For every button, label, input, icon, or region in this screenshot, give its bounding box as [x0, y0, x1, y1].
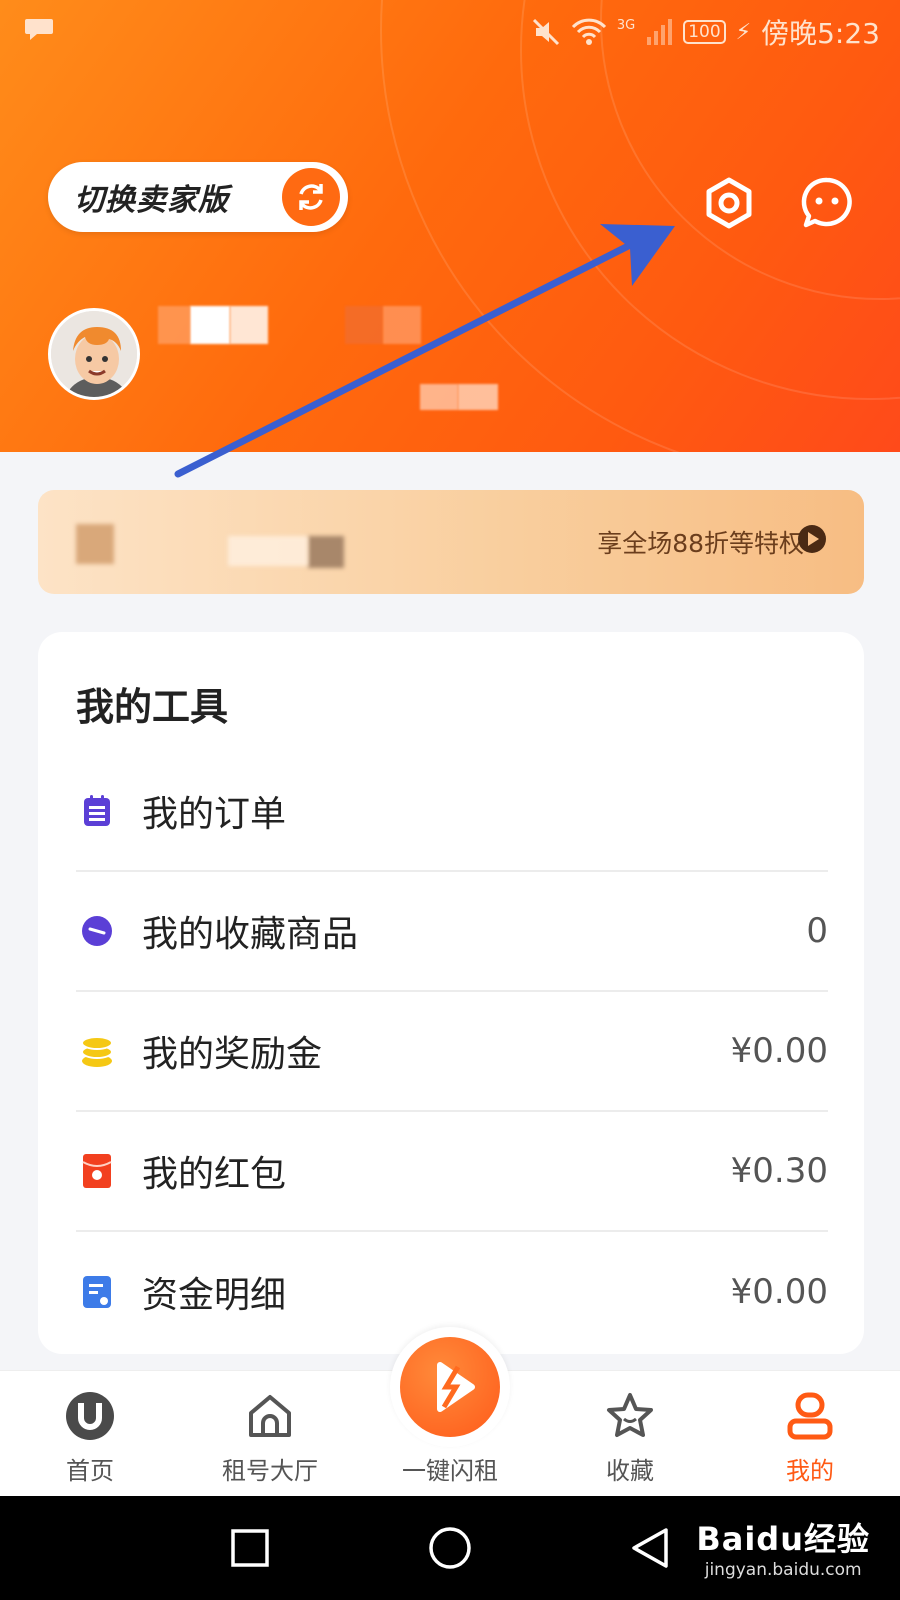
tool-label: 资金明细	[142, 1275, 287, 1316]
watermark-sub: jingyan.baidu.com	[704, 1560, 862, 1580]
back-triangle-icon[interactable]	[630, 1526, 670, 1570]
watermark-main: Baidu经验	[696, 1520, 870, 1558]
tool-value: 0	[806, 911, 828, 951]
switch-seller-label: 切换卖家版	[74, 183, 229, 218]
charging-icon: ⚡	[735, 19, 752, 45]
tools-title: 我的工具	[76, 685, 229, 729]
status-bar: 3G 100 ⚡ 傍晚5:23	[0, 0, 900, 62]
profile-icon	[787, 1392, 833, 1440]
tool-value: ¥0.00	[730, 1272, 828, 1312]
tab-rent-hall[interactable]: 租号大厅	[190, 1371, 350, 1497]
favorite-goods-icon	[80, 914, 114, 948]
tab-label: 收藏	[606, 1457, 654, 1485]
home-circle-icon[interactable]	[428, 1526, 472, 1570]
tab-label: 首页	[66, 1457, 114, 1485]
tool-row-rewards[interactable]: 我的奖励金 ¥0.00	[76, 992, 828, 1112]
recents-square-icon[interactable]	[230, 1528, 270, 1568]
avatar[interactable]	[48, 308, 140, 400]
tab-mine[interactable]: 我的	[730, 1371, 890, 1497]
wifi-icon	[571, 18, 606, 45]
mute-icon	[532, 18, 559, 46]
bottom-tab-bar: 首页 租号大厅 一键闪租 收藏 我的	[0, 1327, 900, 1497]
tool-value: ¥0.30	[730, 1151, 828, 1191]
order-icon	[80, 794, 114, 828]
vip-banner[interactable]: 享全场88折等特权	[38, 490, 864, 594]
switch-seller-button[interactable]: 切换卖家版	[48, 162, 348, 232]
tab-label: 我的	[786, 1457, 834, 1485]
play-arrow-icon	[798, 525, 826, 553]
battery-level: 100	[683, 20, 726, 44]
tab-label: 一键闪租	[402, 1457, 498, 1485]
network-type: 3G	[616, 17, 636, 33]
star-icon	[607, 1393, 653, 1437]
signal-icon	[647, 19, 673, 45]
chat-notification-icon	[25, 19, 53, 40]
tab-label: 租号大厅	[222, 1457, 318, 1485]
tool-value: ¥0.00	[730, 1031, 828, 1071]
tool-label: 我的红包	[142, 1154, 287, 1195]
tool-label: 我的收藏商品	[142, 914, 359, 955]
tool-row-orders[interactable]: 我的订单	[76, 752, 828, 872]
house-icon	[249, 1395, 291, 1437]
tools-card: 我的工具 我的订单 我的收藏商品 0 我的奖励金 ¥0.00 我的红包 ¥0.3…	[38, 632, 864, 1354]
message-icon[interactable]	[800, 176, 854, 230]
vip-title-mosaic-2	[308, 536, 344, 568]
vip-title-mosaic	[76, 524, 114, 564]
settings-icon[interactable]	[702, 176, 756, 230]
tab-flash-rent[interactable]: 一键闪租	[370, 1371, 530, 1497]
funds-detail-icon	[80, 1275, 114, 1309]
status-time: 傍晚5:23	[761, 17, 880, 50]
tab-home[interactable]: 首页	[10, 1371, 170, 1497]
red-packet-icon	[80, 1154, 114, 1188]
profile-header: 3G 100 ⚡ 傍晚5:23 切换卖家版	[0, 0, 900, 452]
tab-favorites[interactable]: 收藏	[550, 1371, 710, 1497]
tool-row-favorites[interactable]: 我的收藏商品 0	[76, 872, 828, 992]
refresh-icon	[282, 168, 340, 226]
home-u-icon	[66, 1392, 114, 1440]
vip-title-mosaic-3	[228, 536, 308, 566]
baidu-watermark: Baidu经验 jingyan.baidu.com	[696, 1514, 870, 1580]
tool-label: 我的订单	[142, 794, 287, 835]
tool-row-red-packets[interactable]: 我的红包 ¥0.30	[76, 1112, 828, 1232]
system-nav-bar: Baidu经验 jingyan.baidu.com	[0, 1496, 900, 1600]
coins-icon	[80, 1034, 114, 1068]
tool-label: 我的奖励金	[142, 1034, 323, 1075]
vip-benefit-text: 享全场88折等特权	[597, 529, 804, 558]
